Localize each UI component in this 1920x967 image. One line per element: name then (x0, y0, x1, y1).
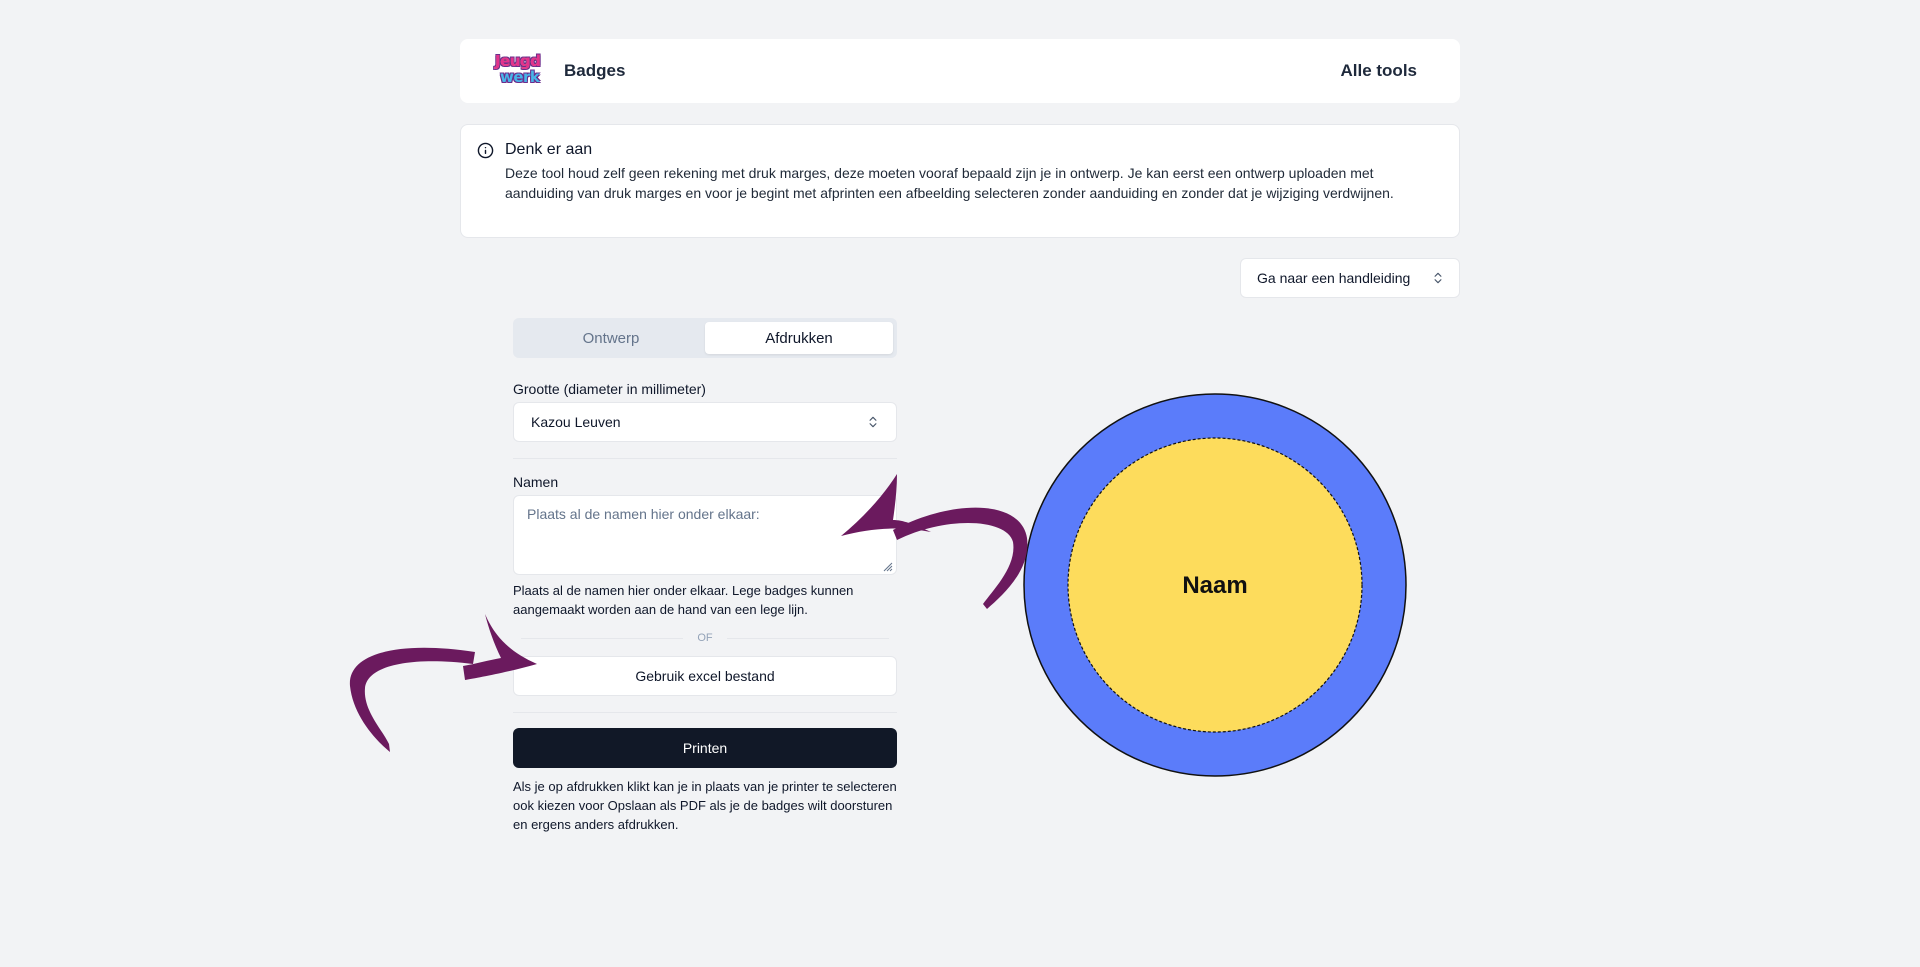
brand: Jeugd werk Badges (492, 51, 625, 91)
info-circle-icon (477, 142, 494, 159)
badge-name-text: Naam (1182, 572, 1247, 599)
notice-title: Denk er aan (505, 141, 593, 158)
badge-preview: Naam (1023, 393, 1407, 777)
notice-body: Deze tool houd zelf geen rekening met dr… (505, 165, 1394, 201)
app-title: Badges (564, 61, 626, 80)
jeugdwerk-logo[interactable]: Jeugd werk (492, 51, 552, 91)
size-select[interactable]: Kazou Leuven (513, 402, 897, 442)
tab-afdrukken[interactable]: Afdrukken (705, 322, 893, 354)
all-tools-link[interactable]: Alle tools (1340, 61, 1417, 81)
names-label: Namen (513, 474, 559, 490)
size-select-value: Kazou Leuven (531, 414, 621, 430)
tab-ontwerp[interactable]: Ontwerp (517, 322, 705, 354)
logo-line1: Jeugd (495, 52, 541, 70)
excel-upload-button[interactable]: Gebruik excel bestand (513, 656, 897, 696)
divider (513, 458, 897, 459)
print-button[interactable]: Printen (513, 728, 897, 768)
print-help-text: Als je op afdrukken klikt kan je in plaa… (513, 779, 897, 832)
guide-select-value: Ga naar een handleiding (1257, 270, 1411, 286)
size-label: Grootte (diameter in millimeter) (513, 381, 706, 397)
divider (513, 712, 897, 713)
or-divider: OF (521, 630, 889, 646)
chevron-up-down-icon (1434, 272, 1442, 284)
or-text: OF (697, 632, 713, 644)
or-line-left (521, 637, 684, 639)
notice-alert: Denk er aan Deze tool houd zelf geen rek… (460, 124, 1460, 238)
mode-tabs: Ontwerp Afdrukken (513, 318, 897, 358)
arrow-to-names-icon (841, 474, 1028, 609)
logo-line2: werk (500, 68, 540, 86)
guide-select[interactable]: Ga naar een handleiding (1240, 258, 1460, 298)
or-line-right (726, 637, 889, 639)
chevron-up-down-icon (869, 416, 877, 428)
top-header: Jeugd werk Badges Alle tools (460, 39, 1460, 103)
arrow-to-excel-icon (349, 614, 537, 752)
